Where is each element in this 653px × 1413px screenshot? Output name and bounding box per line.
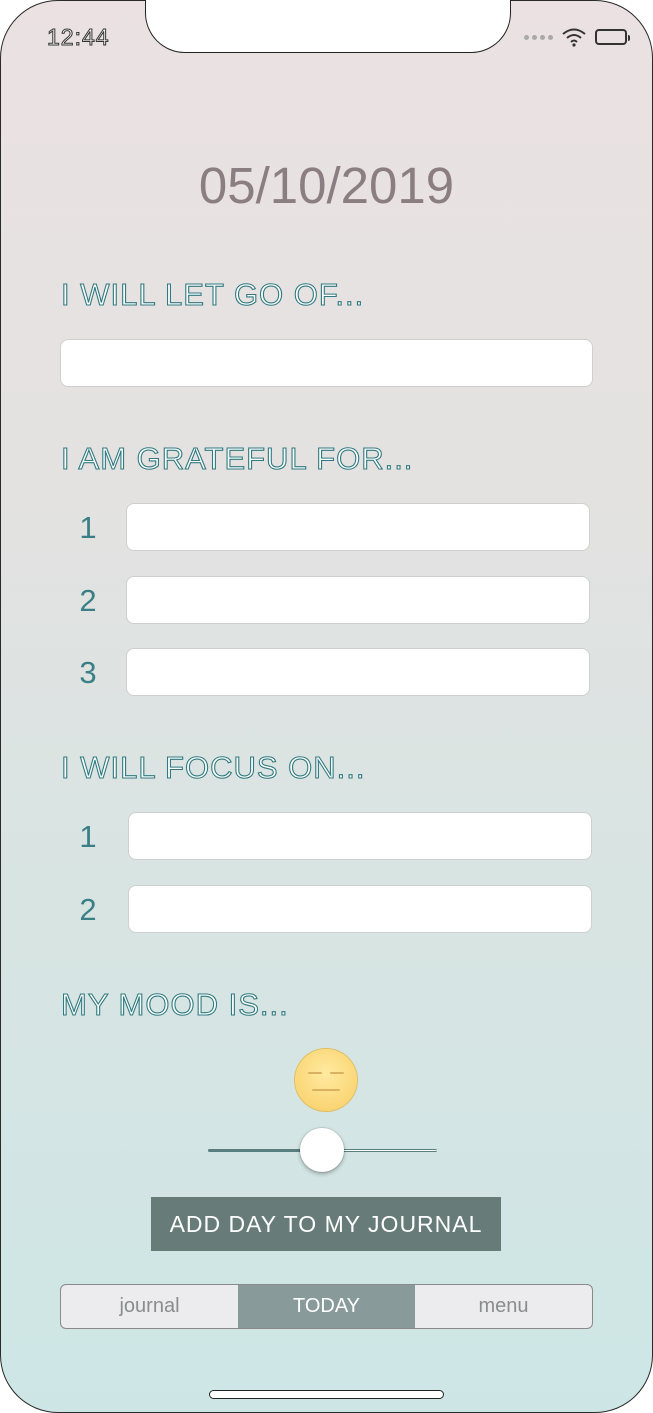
grateful-input-1[interactable] bbox=[126, 503, 590, 551]
mood-slider-thumb[interactable] bbox=[300, 1128, 344, 1172]
phone-screen: 12:44 05/10/2019 I WILL LET GO OF... I A… bbox=[0, 0, 653, 1413]
device-notch bbox=[145, 0, 511, 53]
tab-today[interactable]: TODAY bbox=[238, 1285, 415, 1328]
neutral-face-icon bbox=[295, 1049, 357, 1111]
focus-input-2[interactable] bbox=[128, 885, 592, 933]
tab-menu[interactable]: menu bbox=[415, 1285, 592, 1328]
cellular-signal-icon bbox=[524, 34, 553, 40]
status-time: 12:44 bbox=[47, 24, 110, 51]
add-day-button[interactable]: ADD DAY TO MY JOURNAL bbox=[151, 1197, 501, 1251]
home-indicator[interactable] bbox=[209, 1390, 444, 1399]
page-title: 05/10/2019 bbox=[198, 157, 455, 214]
tab-journal[interactable]: journal bbox=[61, 1285, 238, 1328]
mood-label: MY MOOD IS... bbox=[60, 986, 289, 1022]
focus-input-1[interactable] bbox=[128, 812, 592, 860]
grateful-label: I AM GRATEFUL FOR... bbox=[60, 440, 414, 476]
battery-icon bbox=[595, 29, 630, 45]
grateful-number-3: 3 bbox=[79, 655, 97, 690]
status-icons bbox=[524, 27, 630, 47]
grateful-input-3[interactable] bbox=[126, 648, 590, 696]
grateful-input-2[interactable] bbox=[126, 576, 590, 624]
let-go-label: I WILL LET GO OF... bbox=[60, 276, 365, 312]
grateful-number-2: 2 bbox=[79, 583, 97, 618]
focus-label: I WILL FOCUS ON... bbox=[60, 749, 366, 785]
focus-number-1: 1 bbox=[79, 819, 97, 854]
grateful-number-1: 1 bbox=[79, 510, 97, 545]
focus-number-2: 2 bbox=[79, 892, 97, 927]
tab-bar: journal TODAY menu bbox=[60, 1284, 593, 1329]
let-go-input[interactable] bbox=[60, 339, 593, 387]
wifi-icon bbox=[562, 28, 586, 47]
